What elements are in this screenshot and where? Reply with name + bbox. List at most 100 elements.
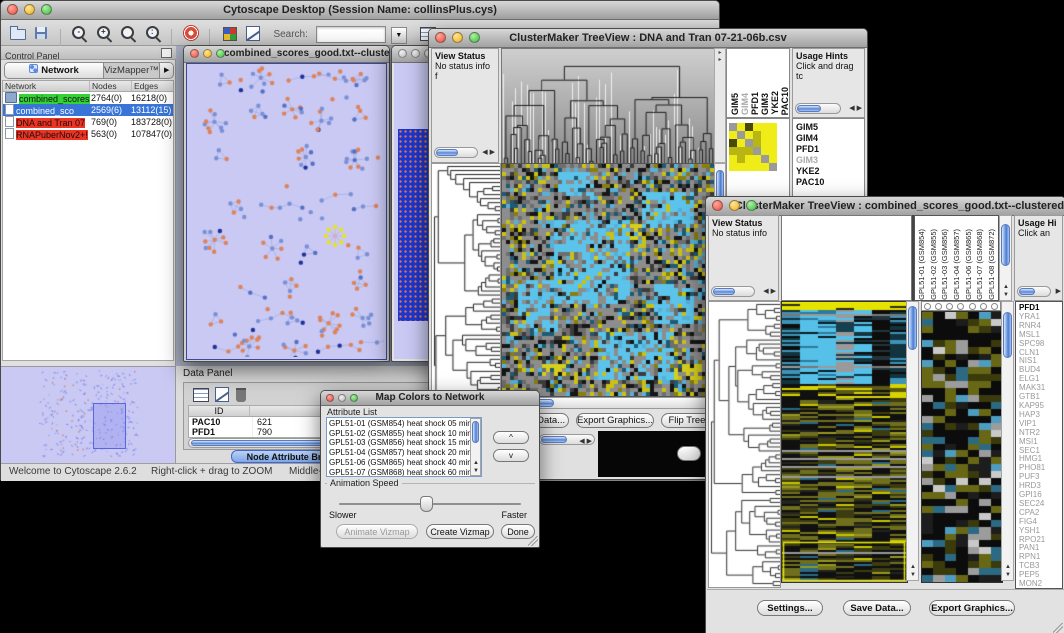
tab-overflow-arrow[interactable]: ▶ (159, 63, 174, 78)
network-canvas[interactable] (187, 64, 384, 357)
float-panel-icon[interactable] (161, 48, 172, 58)
minimize-icon[interactable] (338, 394, 346, 402)
col-header-edges[interactable]: Edges (132, 81, 173, 91)
attribute-select-icon[interactable] (190, 384, 210, 404)
zoom-in-icon[interactable]: + (94, 23, 114, 43)
column-label[interactable]: PFD1 (750, 92, 760, 115)
attribute-list-vscrollbar[interactable]: ▲ ▼ (470, 418, 481, 476)
attribute-list-item[interactable]: GPL51-04 (GSM857) heat shock 20 min (329, 448, 479, 458)
attribute-list-item[interactable]: GPL51-01 (GSM854) heat shock 05 min (329, 419, 479, 429)
attribute-list-item[interactable]: GPL51-07 (GSM868) heat shock 60 min (329, 468, 479, 477)
column-label[interactable]: GPL51-08 (GSM872) (987, 229, 996, 300)
tv2-settings-button[interactable]: Settings... (757, 600, 823, 616)
column-label[interactable]: GPL51-07 (GSM868) (975, 229, 984, 300)
network-overview-panel[interactable] (1, 366, 175, 464)
resize-grip[interactable] (1053, 623, 1063, 633)
tv1-view-status-scrollbar[interactable] (434, 147, 478, 158)
main-title-bar[interactable]: Cytoscape Desktop (Session Name: collins… (1, 1, 719, 20)
zoom-window-icon[interactable] (746, 200, 757, 211)
animate-vizmap-button[interactable]: Animate Vizmap (336, 524, 418, 539)
search-dropdown-button[interactable]: ▼ (391, 27, 407, 44)
attribute-list-item[interactable]: GPL51-03 (GSM856) heat shock 15 min (329, 438, 479, 448)
tv1-mini-button[interactable] (677, 446, 701, 461)
minimize-icon[interactable] (24, 4, 35, 15)
tab-vizmapper[interactable]: VizMapper™ (104, 63, 159, 78)
scroll-arrows[interactable]: ▶ (1056, 287, 1061, 295)
minimize-icon[interactable] (203, 49, 212, 58)
tv1-export-graphics-button[interactable]: Export Graphics... (576, 413, 654, 428)
zoom-window-icon[interactable] (216, 49, 225, 58)
tv2-row-dendrogram[interactable] (708, 301, 781, 588)
tv1-main-heatmap[interactable] (501, 163, 715, 397)
tv1-column-dendrogram[interactable] (501, 48, 715, 165)
minimize-icon[interactable] (411, 49, 420, 58)
column-label[interactable]: GPL51-04 (GSM857) (952, 229, 961, 300)
tv2-zoom-vscrollbar[interactable]: ▲ ▼ (1001, 301, 1014, 581)
delete-attribute-icon[interactable] (236, 388, 246, 402)
treeview1-title-bar[interactable]: ClusterMaker TreeView : DNA and Tran 07-… (429, 29, 867, 48)
tv2-view-status-scrollbar[interactable] (711, 286, 755, 297)
tv1-usage-scrollbar[interactable] (795, 103, 841, 114)
tv1-mini-scrollbar[interactable]: ◀ ▶ (539, 434, 595, 445)
close-icon[interactable] (190, 49, 199, 58)
tv2-usage-scrollbar[interactable] (1017, 286, 1051, 297)
close-icon[interactable] (7, 4, 18, 15)
attribute-list-item[interactable]: GPL51-02 (GSM855) heat shock 10 min (329, 429, 479, 439)
zoom-window-icon[interactable] (350, 394, 358, 402)
speed-slider-thumb[interactable] (420, 496, 433, 512)
tv2-zoom-heatmap[interactable] (921, 311, 1003, 583)
network-row[interactable]: combined_scores 2764(0) 16218(0) (3, 92, 173, 104)
tv2-heatmap-vscrollbar[interactable]: ▲ ▼ (906, 301, 919, 581)
column-label[interactable]: PAC10 (780, 87, 790, 115)
scroll-arrows[interactable]: ◀ ▶ (763, 287, 776, 295)
tv2-export-graphics-button[interactable]: Export Graphics... (929, 600, 1015, 616)
tab-network[interactable]: Network (5, 63, 104, 78)
column-label[interactable]: YKE2 (770, 91, 780, 115)
minimize-icon[interactable] (452, 32, 463, 43)
row-label[interactable]: PAC10 (796, 177, 864, 188)
move-up-button[interactable]: ^ (493, 431, 529, 444)
vizmapper-icon[interactable] (219, 23, 239, 43)
annotation-icon[interactable] (243, 23, 263, 43)
open-file-icon[interactable] (7, 23, 27, 43)
column-label[interactable]: GPL51-03 (GSM856) (940, 229, 949, 300)
close-icon[interactable] (712, 200, 723, 211)
zoom-selected-icon[interactable] (118, 23, 138, 43)
overview-viewport-rect[interactable] (93, 403, 126, 449)
column-label[interactable]: GIM5 (730, 93, 740, 115)
treeview2-title-bar[interactable]: ClusterMaker TreeView : combined_scores_… (706, 197, 1064, 216)
network-row[interactable]: combined_sco 2569(6) 13112(15) (3, 104, 173, 116)
zoom-out-icon[interactable]: - (69, 23, 89, 43)
id-col-header[interactable]: ID (189, 406, 250, 416)
resize-grip[interactable] (528, 536, 538, 546)
close-icon[interactable] (398, 49, 407, 58)
close-icon[interactable] (435, 32, 446, 43)
row-label[interactable]: GIM4 (796, 133, 864, 144)
row-label[interactable]: PFD1 (796, 144, 864, 155)
save-session-icon[interactable] (31, 23, 51, 43)
scroll-arrows[interactable]: ◀ ▶ (849, 104, 862, 112)
search-input[interactable] (316, 26, 386, 43)
network-window-title-bar[interactable]: combined_scores_good.txt--cluste... (184, 46, 389, 63)
zoom-window-icon[interactable] (469, 32, 480, 43)
scroll-arrows[interactable]: ◀ ▶ (482, 148, 495, 156)
tv1-zoom-heatmap[interactable] (729, 123, 777, 171)
col-header-network[interactable]: Network (3, 81, 90, 91)
overview-canvas[interactable] (1, 367, 175, 464)
row-label[interactable]: GIM5 (796, 122, 864, 133)
zoom-fit-icon[interactable]: : (143, 23, 163, 43)
tv1-row-dendrogram[interactable] (431, 163, 501, 398)
col-header-nodes[interactable]: Nodes (90, 81, 132, 91)
column-label[interactable]: GPL51-01 (GSM854) (917, 229, 926, 300)
help-icon[interactable] (181, 23, 201, 43)
row-label[interactable]: YKE2 (796, 166, 864, 177)
column-label[interactable]: GPL51-02 (GSM855) (929, 229, 938, 300)
network-row[interactable]: RNAPuberNov2+! 563(0) 107847(0) (3, 128, 173, 140)
move-down-button[interactable]: v (493, 449, 529, 462)
gene-label[interactable]: MON2 (1019, 580, 1062, 589)
tv2-column-dendrogram[interactable] (781, 215, 912, 301)
tv2-col-labels-vscrollbar[interactable]: ▲ ▼ (999, 215, 1012, 301)
tv2-main-heatmap[interactable] (781, 301, 908, 583)
row-label[interactable]: GIM3 (796, 155, 864, 166)
dialog-title-bar[interactable]: Map Colors to Network (321, 391, 539, 406)
